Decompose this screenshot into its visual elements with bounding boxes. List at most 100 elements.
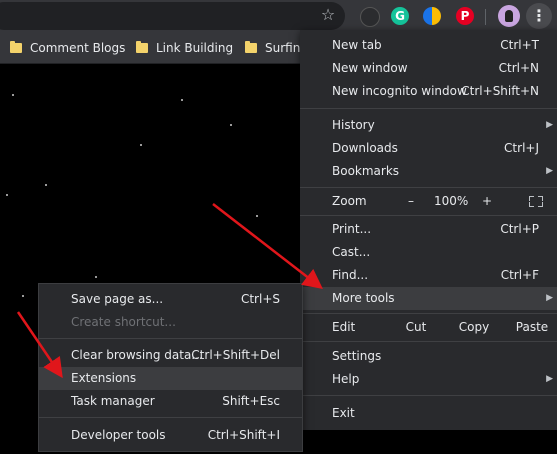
menu-item-label: Downloads (332, 141, 398, 155)
more-tools-submenu: Save page as... Ctrl+S Create shortcut..… (38, 283, 303, 452)
submenu-item-clear-browsing-data[interactable]: Clear browsing data... Ctrl+Shift+Del (39, 344, 302, 367)
menu-item-settings[interactable]: Settings (300, 345, 557, 368)
profile-avatar[interactable] (498, 5, 520, 27)
menu-item-label: History (332, 118, 375, 132)
menu-item-bookmarks[interactable]: Bookmarks ▶ (300, 160, 557, 183)
menu-item-label: Exit (332, 406, 355, 420)
menu-item-shortcut: Ctrl+Shift+Del (191, 348, 280, 362)
menu-item-shortcut: Ctrl+F (500, 268, 539, 282)
submenu-item-create-shortcut: Create shortcut... (39, 311, 302, 334)
submenu-item-extensions[interactable]: Extensions (39, 367, 302, 390)
star-dot (140, 144, 142, 146)
cut-button[interactable]: Cut (388, 316, 444, 339)
menu-item-shortcut: Ctrl+T (500, 38, 539, 52)
copy-button[interactable]: Copy (446, 316, 502, 339)
submenu-item-developer-tools[interactable]: Developer tools Ctrl+Shift+I (39, 424, 302, 447)
menu-item-label: Settings (332, 349, 382, 363)
menu-divider (39, 338, 302, 339)
folder-icon (10, 41, 22, 53)
menu-item-label: Task manager (71, 394, 155, 408)
menu-item-label: Extensions (71, 371, 137, 385)
menu-divider (300, 341, 557, 342)
star-dot (12, 94, 14, 96)
menu-item-find[interactable]: Find... Ctrl+F (300, 264, 557, 287)
menu-item-downloads[interactable]: Downloads Ctrl+J (300, 137, 557, 160)
menu-item-label: Developer tools (71, 428, 166, 442)
menu-item-zoom: Zoom – 100% + (300, 190, 557, 213)
menu-item-shortcut: Ctrl+N (498, 61, 539, 75)
submenu-arrow-icon: ▶ (546, 293, 553, 303)
browser-toolbar: ☆ G P ⋮ (0, 0, 557, 33)
folder-icon (136, 41, 148, 53)
menu-item-shortcut: Ctrl+J (504, 141, 539, 155)
submenu-arrow-icon: ▶ (546, 374, 553, 384)
bookmark-comment-blogs[interactable]: Comment Blogs (10, 40, 125, 56)
menu-kebab-icon[interactable]: ⋮ (526, 3, 552, 29)
menu-item-label: New window (332, 61, 408, 75)
menu-item-edit: Edit Cut Copy Paste (300, 316, 557, 339)
menu-item-new-tab[interactable]: New tab Ctrl+T (300, 34, 557, 57)
pinterest-icon[interactable]: P (456, 7, 474, 25)
menu-item-label: More tools (332, 291, 395, 305)
menu-item-label: New tab (332, 38, 382, 52)
menu-item-shortcut: Ctrl+S (240, 292, 280, 306)
menu-item-print[interactable]: Print... Ctrl+P (300, 218, 557, 241)
menu-item-label: New incognito window (332, 84, 467, 98)
bookmark-surfing[interactable]: Surfing (245, 40, 308, 56)
menu-item-label: Cast... (332, 245, 371, 259)
menu-item-help[interactable]: Help ▶ (300, 368, 557, 391)
menu-item-label: Bookmarks (332, 164, 400, 178)
address-bar[interactable] (0, 2, 345, 30)
menu-item-label: Help (332, 372, 360, 386)
bookmark-label: Comment Blogs (30, 41, 126, 55)
menu-item-label: Save page as... (71, 292, 164, 306)
star-dot (181, 99, 183, 101)
zoom-level: 100% (434, 194, 469, 208)
zoom-out-button[interactable]: – (408, 190, 414, 213)
menu-divider (39, 417, 302, 418)
menu-item-shortcut: Ctrl+Shift+I (207, 428, 280, 442)
menu-item-label: Clear browsing data... (71, 348, 203, 362)
menu-item-shortcut: Ctrl+P (500, 222, 539, 236)
menu-divider (300, 395, 557, 396)
bookmark-link-building[interactable]: Link Building (136, 40, 233, 56)
toggle-off-icon[interactable] (360, 7, 380, 27)
paste-button[interactable]: Paste (504, 316, 557, 339)
toolbar-divider (485, 9, 486, 25)
bookmark-label: Link Building (156, 41, 234, 55)
menu-divider (300, 215, 557, 216)
star-dot (256, 215, 258, 217)
menu-item-new-incognito-window[interactable]: New incognito window Ctrl+Shift+N (300, 80, 557, 103)
menu-divider (300, 313, 557, 314)
submenu-item-save-page[interactable]: Save page as... Ctrl+S (39, 288, 302, 311)
menu-item-label: Zoom (332, 194, 367, 208)
menu-item-exit[interactable]: Exit (300, 402, 557, 425)
menu-item-label: Print... (332, 222, 372, 236)
menu-item-new-window[interactable]: New window Ctrl+N (300, 57, 557, 80)
chrome-main-menu: New tab Ctrl+T New window Ctrl+N New inc… (300, 30, 557, 430)
submenu-arrow-icon: ▶ (546, 120, 553, 130)
zoom-in-button[interactable]: + (482, 190, 492, 213)
bookmark-star-icon[interactable]: ☆ (318, 5, 338, 25)
menu-item-cast[interactable]: Cast... (300, 241, 557, 264)
folder-icon (245, 41, 257, 53)
menu-item-history[interactable]: History ▶ (300, 114, 557, 137)
menu-item-label: Find... (332, 268, 369, 282)
star-dot (22, 295, 24, 297)
dark-mode-icon[interactable] (423, 7, 441, 25)
fullscreen-icon[interactable] (529, 196, 543, 207)
star-dot (6, 194, 8, 196)
menu-item-label: Edit (332, 320, 356, 334)
star-dot (230, 124, 232, 126)
menu-item-label: Create shortcut... (71, 315, 176, 329)
menu-divider (300, 108, 557, 109)
submenu-item-task-manager[interactable]: Task manager Shift+Esc (39, 390, 302, 413)
star-dot (95, 276, 97, 278)
submenu-arrow-icon: ▶ (546, 166, 553, 176)
menu-item-more-tools[interactable]: More tools ▶ (300, 287, 557, 310)
grammarly-icon[interactable]: G (391, 7, 409, 25)
menu-item-shortcut: Shift+Esc (222, 394, 280, 408)
star-dot (45, 184, 47, 186)
menu-divider (300, 187, 557, 188)
menu-item-shortcut: Ctrl+Shift+N (461, 84, 539, 98)
